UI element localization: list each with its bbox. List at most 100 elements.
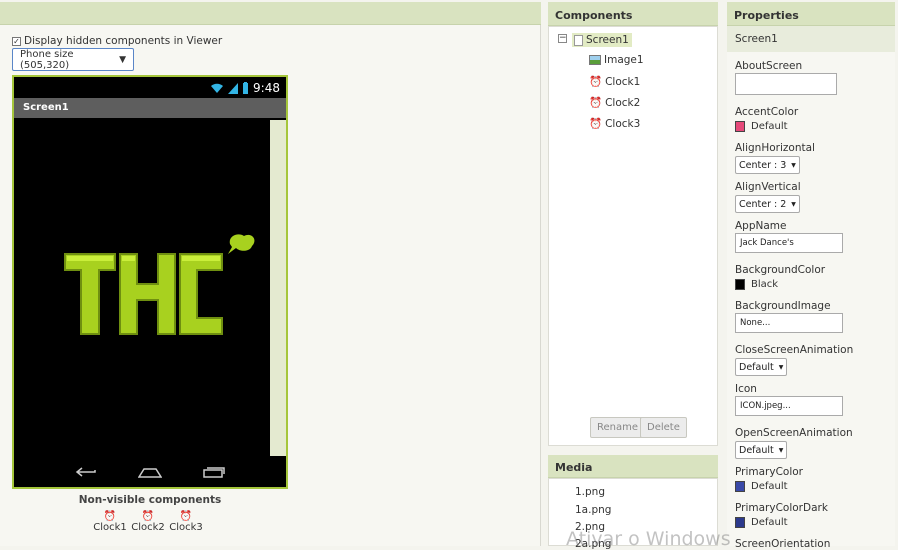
nonvisible-label: Clock2 xyxy=(131,522,165,533)
open-screen-animation-label: OpenScreenAnimation xyxy=(735,427,853,439)
app-name-label: AppName xyxy=(735,220,787,232)
dropdown-arrow-icon: ▼ xyxy=(778,446,784,454)
properties-component-name: Screen1 xyxy=(727,26,895,52)
icon-label: Icon xyxy=(735,383,757,395)
display-hidden-label: Display hidden components in Viewer xyxy=(24,35,223,47)
align-vertical-select[interactable]: Center : 2 ▼ xyxy=(735,195,800,213)
color-swatch xyxy=(735,517,745,528)
viewer-panel: ✓ Display hidden components in Viewer Ph… xyxy=(0,25,541,546)
recents-icon xyxy=(203,467,225,478)
nonvisible-clock2[interactable]: ⏰ Clock2 xyxy=(131,511,165,533)
background-color-label: BackgroundColor xyxy=(735,264,826,276)
close-screen-animation-label: CloseScreenAnimation xyxy=(735,344,854,356)
tree-node-screen1[interactable]: Screen1 xyxy=(572,33,632,47)
tree-label: Clock2 xyxy=(605,96,641,109)
screen-title: Screen1 xyxy=(23,102,69,113)
screen-title-bar: Screen1 xyxy=(14,98,286,118)
properties-header-bar: Properties xyxy=(727,2,895,26)
home-icon xyxy=(138,468,162,478)
color-swatch xyxy=(735,481,745,492)
about-screen-textarea[interactable] xyxy=(735,73,837,95)
color-value: Default xyxy=(751,481,788,492)
color-swatch xyxy=(735,121,745,132)
back-icon xyxy=(75,467,96,477)
collapse-icon[interactable]: − xyxy=(558,34,567,43)
background-image-label: BackgroundImage xyxy=(735,300,831,312)
dropdown-arrow-icon: ▼ xyxy=(791,161,796,169)
accent-color-picker[interactable]: Default xyxy=(735,121,788,132)
status-bar: 9:48 xyxy=(14,77,286,98)
components-panel: − Screen1 Image1 ⏰ Clock1 ⏰ Clock2 ⏰ Clo… xyxy=(548,26,718,446)
checkbox-checked-icon[interactable]: ✓ xyxy=(12,36,21,46)
dropdown-arrow-icon: ▼ xyxy=(791,200,796,208)
status-time: 9:48 xyxy=(253,80,280,95)
nonvisible-label: Clock3 xyxy=(169,522,203,533)
tree-label: Clock3 xyxy=(605,117,641,130)
viewer-header-bar xyxy=(0,2,541,25)
media-item[interactable]: 1.png xyxy=(575,486,605,498)
align-vertical-label: AlignVertical xyxy=(735,181,801,193)
media-item[interactable]: 1a.png xyxy=(575,504,611,516)
tree-label: Screen1 xyxy=(586,34,629,46)
media-header-bar: Media xyxy=(548,455,718,478)
nonvisible-clock1[interactable]: ⏰ Clock1 xyxy=(93,511,127,533)
primary-color-picker[interactable]: Default xyxy=(735,481,788,492)
properties-title: Properties xyxy=(734,9,799,22)
tree-node-clock2[interactable]: ⏰ Clock2 xyxy=(589,96,641,110)
select-value: Center : 2 xyxy=(739,198,787,210)
phone-size-select[interactable]: Phone size (505,320) ▼ xyxy=(12,48,134,71)
tree-node-clock3[interactable]: ⏰ Clock3 xyxy=(589,117,641,131)
app-name-input[interactable]: Jack Dance's xyxy=(735,233,843,253)
close-screen-animation-select[interactable]: Default ▼ xyxy=(735,358,788,376)
screen-orientation-label: ScreenOrientation xyxy=(735,538,831,550)
background-image-input[interactable]: None... xyxy=(735,313,843,333)
delete-button[interactable]: Delete xyxy=(640,417,687,438)
clock-icon: ⏰ xyxy=(141,511,155,522)
dropdown-arrow-icon: ▼ xyxy=(119,54,126,65)
image1-logo[interactable] xyxy=(62,232,262,337)
nonvisible-components-title: Non-visible components xyxy=(78,494,222,506)
components-title: Components xyxy=(555,9,633,22)
background-color-picker[interactable]: Black xyxy=(735,279,778,290)
clock-icon: ⏰ xyxy=(589,118,603,130)
accent-color-label: AccentColor xyxy=(735,106,799,118)
components-header-bar: Components xyxy=(548,2,718,26)
select-value: Default xyxy=(739,361,774,373)
clock-icon: ⏰ xyxy=(589,76,603,88)
primary-color-dark-picker[interactable]: Default xyxy=(735,517,788,528)
color-value: Black xyxy=(751,279,779,290)
tree-label: Clock1 xyxy=(605,75,641,88)
tree-node-clock1[interactable]: ⏰ Clock1 xyxy=(589,75,641,89)
nonvisible-clock3[interactable]: ⏰ Clock3 xyxy=(169,511,203,533)
primary-color-label: PrimaryColor xyxy=(735,466,803,478)
select-value: Center : 3 xyxy=(739,159,787,171)
color-value: Default xyxy=(751,121,788,132)
color-swatch xyxy=(735,279,745,290)
phone-size-value: Phone size (505,320) xyxy=(20,48,74,71)
open-screen-animation-select[interactable]: Default ▼ xyxy=(735,441,788,459)
tree-label: Image1 xyxy=(604,54,644,66)
image-icon xyxy=(589,55,601,65)
clock-icon: ⏰ xyxy=(589,97,603,109)
clock-icon: ⏰ xyxy=(179,511,193,522)
android-nav-bar xyxy=(14,457,286,487)
nonvisible-label: Clock1 xyxy=(93,522,127,533)
media-title: Media xyxy=(555,461,593,474)
dropdown-arrow-icon: ▼ xyxy=(778,363,784,371)
align-horizontal-label: AlignHorizontal xyxy=(735,142,815,154)
tree-node-image1[interactable]: Image1 xyxy=(589,54,644,66)
phone-preview[interactable]: 9:48 Screen1 xyxy=(12,75,288,489)
properties-panel: Screen1 AboutScreen AccentColor Default … xyxy=(727,26,895,550)
wifi-icon xyxy=(211,83,224,93)
battery-icon xyxy=(243,81,249,94)
color-value: Default xyxy=(751,517,788,528)
align-horizontal-select[interactable]: Center : 3 ▼ xyxy=(735,156,800,174)
icon-input[interactable]: ICON.jpeg... xyxy=(735,396,843,416)
nonvisible-components-list: ⏰ Clock1 ⏰ Clock2 ⏰ Clock3 xyxy=(93,511,203,533)
signal-icon xyxy=(228,82,239,94)
activate-windows-watermark: Ativar o Windows xyxy=(566,528,731,550)
display-hidden-checkbox[interactable]: ✓ Display hidden components in Viewer xyxy=(12,35,222,47)
rename-button[interactable]: Rename xyxy=(590,417,646,438)
screen-scrollbar[interactable] xyxy=(270,120,286,456)
primary-color-dark-label: PrimaryColorDark xyxy=(735,502,828,514)
